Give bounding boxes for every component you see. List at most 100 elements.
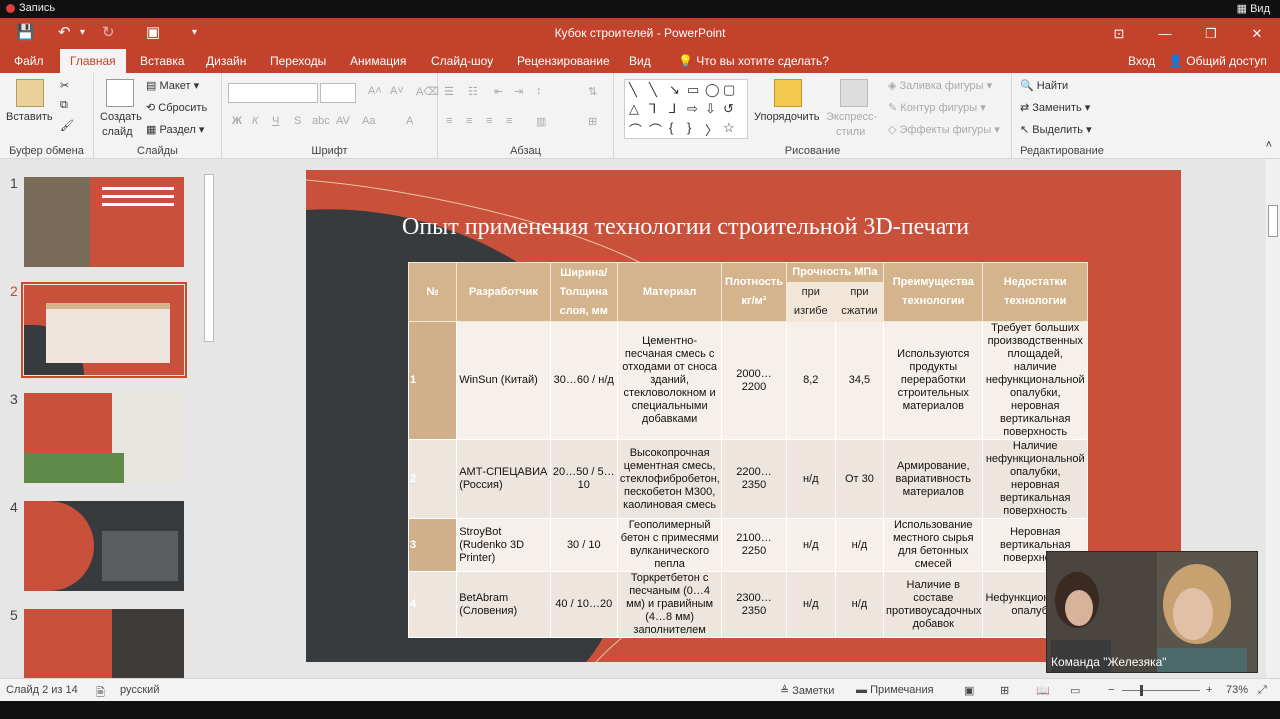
down-arrow-shape-icon[interactable]: ⇩ bbox=[705, 101, 716, 117]
language-indicator[interactable]: русский bbox=[120, 684, 159, 696]
star-shape-icon[interactable]: ☆ bbox=[723, 120, 735, 136]
justify-icon[interactable]: ≡ bbox=[506, 115, 512, 127]
zoom-out-icon[interactable]: − bbox=[1108, 684, 1114, 696]
columns-icon[interactable]: ▥ bbox=[536, 115, 546, 128]
line-shape-icon[interactable]: ╲ bbox=[629, 82, 637, 98]
replace-button[interactable]: ⇄ Заменить ▾ bbox=[1020, 101, 1090, 114]
select-button[interactable]: ↖ Выделить ▾ bbox=[1020, 123, 1092, 136]
shape-effects-button[interactable]: ◇ Эффекты фигуры ▾ bbox=[888, 123, 1000, 136]
slideshow-view-icon[interactable]: ▭ bbox=[1070, 684, 1080, 697]
new-slide-label-1[interactable]: Создать bbox=[100, 111, 142, 123]
arc-shape-icon[interactable]: ⌒ bbox=[629, 120, 642, 139]
font-color-icon[interactable]: A bbox=[406, 115, 413, 127]
arrow-shape-icon[interactable]: ↘ bbox=[669, 82, 680, 98]
quick-styles-label-1[interactable]: Экспресс- bbox=[826, 111, 877, 123]
bracket-shape-icon[interactable]: 〉 bbox=[705, 120, 718, 139]
signin-link[interactable]: Вход bbox=[1126, 49, 1157, 73]
find-button[interactable]: 🔍 Найти bbox=[1020, 79, 1068, 92]
reset-button[interactable]: ⟲ Сбросить bbox=[146, 101, 207, 114]
numbering-icon[interactable]: ☷ bbox=[468, 85, 478, 98]
quick-styles-label-2[interactable]: стили bbox=[836, 126, 865, 138]
reading-view-icon[interactable]: 📖 bbox=[1036, 684, 1050, 697]
layout-button[interactable]: ▤ Макет ▾ bbox=[146, 79, 199, 92]
paste-icon[interactable] bbox=[16, 79, 44, 107]
fit-slide-icon[interactable]: ⤢ bbox=[1258, 684, 1267, 697]
brace-shape-icon[interactable]: } bbox=[687, 120, 691, 135]
increase-indent-icon[interactable]: ⇥ bbox=[514, 85, 523, 98]
quick-styles-icon[interactable] bbox=[840, 79, 868, 107]
brace-shape-icon[interactable]: { bbox=[669, 120, 673, 135]
shrink-font-icon[interactable]: A˅ bbox=[390, 85, 404, 97]
tab-review[interactable]: Рецензирование bbox=[515, 49, 612, 73]
thumbnails-scrollbar[interactable] bbox=[203, 162, 215, 678]
tab-design[interactable]: Дизайн bbox=[204, 49, 248, 73]
new-slide-icon[interactable] bbox=[106, 79, 134, 107]
zoom-slider[interactable] bbox=[1122, 685, 1200, 696]
font-size-combobox[interactable] bbox=[320, 83, 356, 103]
tab-slideshow[interactable]: Слайд-шоу bbox=[429, 49, 495, 73]
clear-format-icon[interactable]: A⌫ bbox=[416, 85, 439, 98]
shapes-gallery[interactable]: ╲ ╲ ↘ ▭ ◯ ▢ △ ⅂ ⅃ ⇨ ⇩ ↺ ⌒ ⌒ { } 〉 ☆ bbox=[624, 79, 748, 139]
data-table[interactable]: № Разработчик Ширина/ Толщина слоя, мм М… bbox=[407, 262, 1088, 638]
slide-thumbnail-3[interactable] bbox=[24, 393, 184, 483]
italic-button[interactable]: К bbox=[252, 115, 258, 127]
curve-shape-icon[interactable]: ⌒ bbox=[649, 120, 662, 139]
connector-shape-icon[interactable]: ⅂ bbox=[649, 101, 656, 117]
change-case-icon[interactable]: Aa bbox=[362, 115, 375, 127]
align-right-icon[interactable]: ≡ bbox=[486, 115, 492, 127]
new-slide-label-2[interactable]: слайд bbox=[102, 126, 133, 138]
tab-file[interactable]: Файл bbox=[12, 49, 46, 73]
right-arrow-shape-icon[interactable]: ⇨ bbox=[687, 101, 698, 117]
shape-fill-button[interactable]: ◈ Заливка фигуры ▾ bbox=[888, 79, 992, 92]
grow-font-icon[interactable]: A˄ bbox=[368, 85, 382, 97]
slide-title[interactable]: Опыт применения технологии строительной … bbox=[402, 214, 1162, 241]
ribbon-display-icon[interactable]: ⊡ bbox=[1096, 18, 1142, 49]
tab-view[interactable]: Вид bbox=[627, 49, 653, 73]
view-button[interactable]: ▦ Вид bbox=[1237, 2, 1270, 15]
copy-icon[interactable]: ⧉ bbox=[60, 99, 68, 112]
vertical-scrollbar[interactable] bbox=[1266, 159, 1280, 678]
spacing-icon[interactable]: AV bbox=[336, 115, 350, 127]
paste-button[interactable]: Вставить bbox=[6, 111, 53, 123]
slide-sorter-icon[interactable]: ⊞ bbox=[1000, 684, 1009, 697]
tab-home[interactable]: Главная bbox=[60, 49, 126, 73]
slide-thumbnail-2[interactable] bbox=[21, 282, 187, 378]
format-painter-icon[interactable]: 🖌 bbox=[60, 119, 74, 132]
vertical-scroll-thumb[interactable] bbox=[1268, 205, 1278, 237]
arrange-icon[interactable] bbox=[774, 79, 802, 107]
minimize-icon[interactable]: — bbox=[1142, 18, 1188, 49]
share-button[interactable]: 👤 Общий доступ bbox=[1166, 49, 1269, 73]
text-direction-icon[interactable]: ⇅ bbox=[588, 85, 597, 98]
align-center-icon[interactable]: ≡ bbox=[466, 115, 472, 127]
section-button[interactable]: ▦ Раздел ▾ bbox=[146, 123, 204, 136]
line-shape-icon[interactable]: ╲ bbox=[649, 82, 657, 98]
font-name-combobox[interactable] bbox=[228, 83, 318, 103]
notes-button[interactable]: ≜ Заметки bbox=[780, 684, 834, 697]
thumbnails-scroll-thumb[interactable] bbox=[204, 174, 214, 342]
underline-button[interactable]: Ч bbox=[272, 115, 279, 127]
cut-icon[interactable]: ✂ bbox=[60, 79, 69, 92]
video-call-overlay[interactable]: Команда "Железяка" bbox=[1046, 551, 1258, 673]
tab-insert[interactable]: Вставка bbox=[138, 49, 187, 73]
decrease-indent-icon[interactable]: ⇤ bbox=[494, 85, 503, 98]
tab-animations[interactable]: Анимация bbox=[348, 49, 408, 73]
rectangle-shape-icon[interactable]: ▭ bbox=[687, 82, 699, 98]
close-icon[interactable]: ✕ bbox=[1234, 18, 1280, 49]
curve-shape-icon[interactable]: ↺ bbox=[723, 101, 734, 117]
zoom-slider-knob[interactable] bbox=[1140, 685, 1143, 696]
zoom-in-icon[interactable]: + bbox=[1206, 684, 1212, 696]
tell-me-search[interactable]: 💡 Что вы хотите сделать? bbox=[676, 49, 831, 73]
align-left-icon[interactable]: ≡ bbox=[446, 115, 452, 127]
arrange-button[interactable]: Упорядочить bbox=[754, 111, 819, 123]
bold-button[interactable]: Ж bbox=[232, 115, 242, 127]
rounded-rect-shape-icon[interactable]: ▢ bbox=[723, 82, 735, 98]
triangle-shape-icon[interactable]: △ bbox=[629, 101, 639, 117]
collapse-ribbon-icon[interactable]: ˄ bbox=[1266, 139, 1272, 151]
shadow-icon[interactable]: abc bbox=[312, 115, 330, 127]
connector-shape-icon[interactable]: ⅃ bbox=[669, 101, 676, 117]
smartart-icon[interactable]: ⊞ bbox=[588, 115, 597, 128]
shape-outline-button[interactable]: ✎ Контур фигуры ▾ bbox=[888, 101, 986, 114]
recording-indicator[interactable]: Запись bbox=[6, 2, 55, 14]
zoom-level[interactable]: 73% bbox=[1226, 684, 1248, 696]
slide-thumbnail-1[interactable] bbox=[24, 177, 184, 267]
